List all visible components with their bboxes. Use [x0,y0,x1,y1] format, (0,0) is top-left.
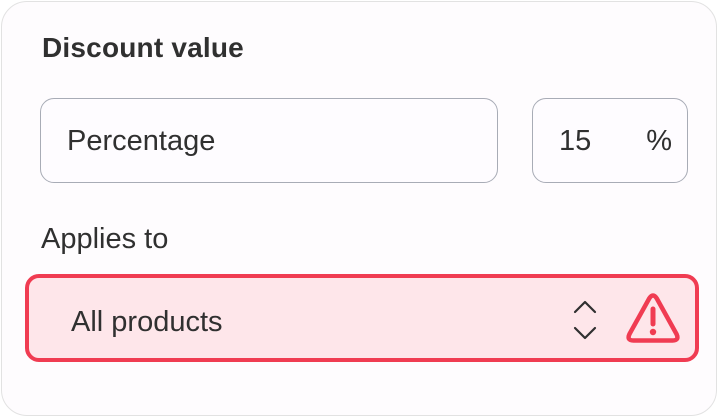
discount-amount-value: 15 [559,125,592,157]
applies-to-select[interactable]: All products [25,274,699,362]
section-title: Discount value [42,32,244,63]
discount-type-field[interactable]: Percentage [40,98,498,183]
percent-suffix: % [646,125,672,157]
discount-amount-field[interactable]: 15 % [532,98,688,183]
chevron-up-down-icon [573,300,597,340]
discount-type-value: Percentage [67,125,216,157]
warning-triangle-icon [626,293,680,343]
applies-to-label: Applies to [41,223,169,255]
discount-card: Discount value Percentage 15 % Applies t… [1,1,717,416]
applies-to-selected-value: All products [71,306,223,338]
